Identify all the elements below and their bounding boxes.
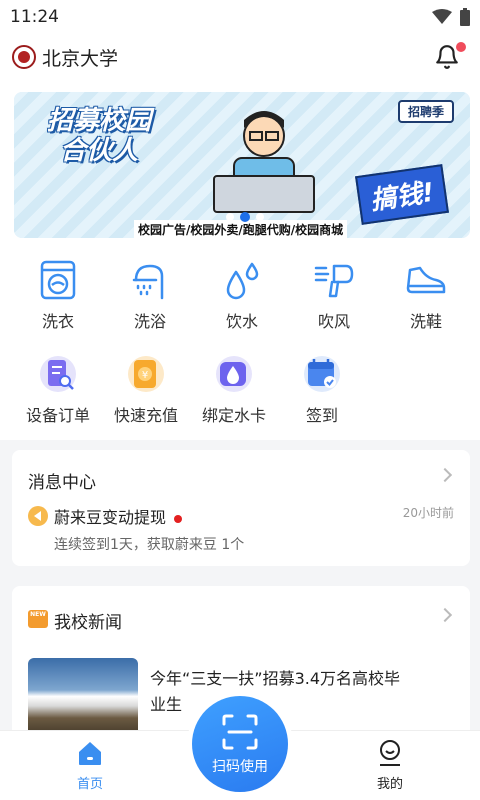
service-shoe-wash[interactable]: 洗鞋 xyxy=(382,258,470,332)
status-time: 11:24 xyxy=(10,7,59,27)
service-device-orders[interactable]: 设备订单 xyxy=(14,352,102,426)
school-name[interactable]: 北京大学 xyxy=(42,44,118,71)
scan-button[interactable]: 扫码使用 xyxy=(192,696,288,792)
service-label: 设备订单 xyxy=(25,406,90,425)
banner-caption: 校园广告/校园外卖/跑腿代购/校园商城 xyxy=(134,220,348,238)
hair-dryer-icon xyxy=(314,258,354,302)
service-bind-water-card[interactable]: 绑定水卡 xyxy=(190,352,278,426)
app-header: 北京大学 xyxy=(0,34,480,80)
message-center-title: 消息中心 xyxy=(28,473,96,493)
message-center-card[interactable]: 消息中心 蔚来豆变动提现 20小时前 连续签到1天，获取蔚来豆 1个 xyxy=(12,450,470,566)
water-drops-icon xyxy=(222,258,262,302)
service-label: 绑定水卡 xyxy=(201,406,266,425)
order-list-icon xyxy=(38,352,78,396)
service-water[interactable]: 饮水 xyxy=(198,258,286,332)
svg-text:¥: ¥ xyxy=(142,370,148,381)
home-icon xyxy=(79,742,101,765)
banner-dot-active[interactable] xyxy=(240,212,250,222)
chevron-right-icon[interactable] xyxy=(437,607,453,623)
tab-mine-label: 我的 xyxy=(376,777,403,792)
service-row: 洗衣 洗浴 饮水 吹风 洗鞋 xyxy=(14,258,470,332)
washing-machine-icon xyxy=(38,258,78,302)
service-label: 饮水 xyxy=(225,312,258,331)
message-title[interactable]: 蔚来豆变动提现 xyxy=(54,504,183,528)
chevron-right-icon[interactable] xyxy=(437,467,453,483)
service-label: 快速充值 xyxy=(113,406,178,425)
notification-dot xyxy=(456,42,466,52)
tab-home[interactable]: 首页 xyxy=(50,739,130,792)
service-label: 吹风 xyxy=(317,312,350,331)
calendar-check-icon xyxy=(302,352,342,396)
message-title-text: 蔚来豆变动提现 xyxy=(54,508,167,527)
service-shower[interactable]: 洗浴 xyxy=(106,258,194,332)
school-logo-icon xyxy=(12,45,36,69)
banner-title: 招募校园合伙人 xyxy=(46,106,151,166)
speaker-icon xyxy=(28,506,48,526)
service-label: 洗衣 xyxy=(41,312,74,331)
service-laundry[interactable]: 洗衣 xyxy=(14,258,102,332)
status-bar: 11:24 xyxy=(0,0,480,34)
service-hair-dryer[interactable]: 吹风 xyxy=(290,258,378,332)
water-card-icon xyxy=(214,352,254,396)
service-grid: 洗衣 洗浴 饮水 吹风 洗鞋 设备订单 ¥ 快速充值 绑定水卡 签到 xyxy=(14,258,470,426)
user-icon xyxy=(380,740,400,766)
tab-home-label: 首页 xyxy=(76,777,103,792)
news-headline[interactable]: 今年“三支一扶”招募3.4万名高校毕 xyxy=(150,666,450,692)
service-check-in[interactable]: 签到 xyxy=(278,352,366,426)
news-thumbnail[interactable] xyxy=(28,658,138,738)
banner-pagination xyxy=(226,212,264,222)
status-icons xyxy=(432,8,470,26)
shower-icon xyxy=(130,258,170,302)
banner-badge: 招聘季 xyxy=(397,100,454,123)
unread-dot xyxy=(174,514,183,523)
tab-mine[interactable]: 我的 xyxy=(350,739,430,792)
service-row: 设备订单 ¥ 快速充值 绑定水卡 签到 xyxy=(14,352,470,426)
battery-icon xyxy=(460,8,470,26)
news-headline-cont[interactable]: 业生 xyxy=(150,692,182,718)
wifi-icon xyxy=(432,9,452,24)
banner-dot[interactable] xyxy=(226,213,234,221)
banner-dot[interactable] xyxy=(256,213,264,221)
recharge-icon: ¥ xyxy=(126,352,166,396)
banner-illustration xyxy=(213,111,315,213)
service-label: 洗鞋 xyxy=(409,312,442,331)
message-time: 20小时前 xyxy=(402,506,454,520)
service-label: 签到 xyxy=(305,406,338,425)
news-icon: NEW xyxy=(28,610,48,628)
news-section-title: 我校新闻 xyxy=(54,613,122,633)
service-label: 洗浴 xyxy=(133,312,166,331)
message-body: 连续签到1天，获取蔚来豆 1个 xyxy=(54,537,245,553)
shoe-icon xyxy=(406,258,446,302)
scan-icon xyxy=(222,714,258,750)
scan-button-label: 扫码使用 xyxy=(212,759,268,775)
service-recharge[interactable]: ¥ 快速充值 xyxy=(102,352,190,426)
